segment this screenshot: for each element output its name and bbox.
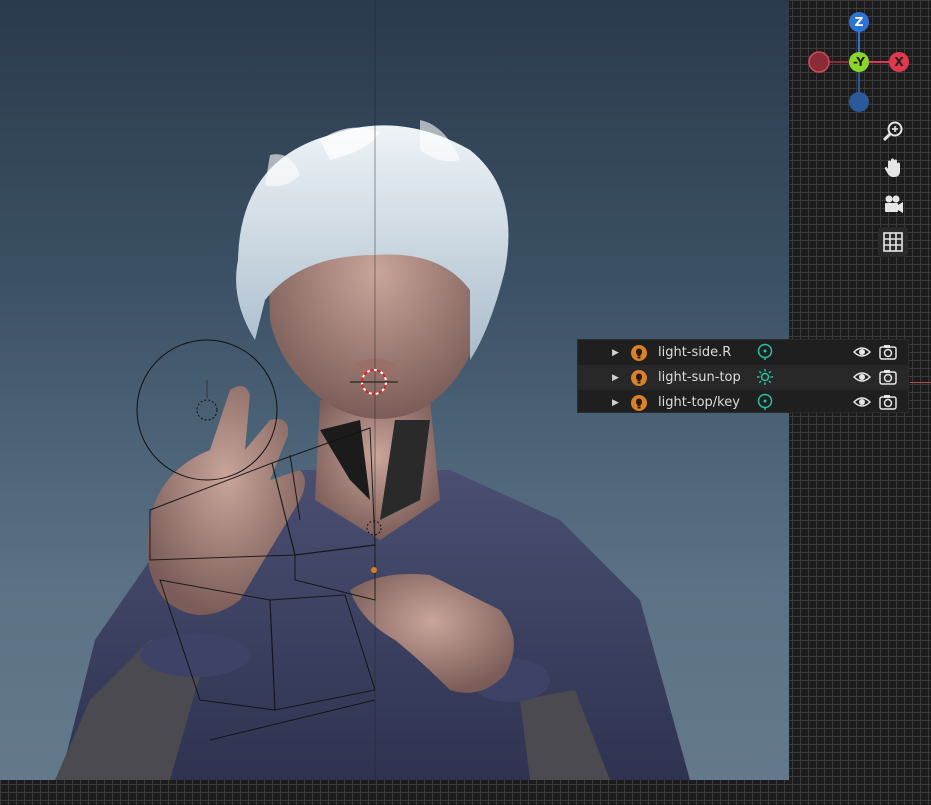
outliner-row[interactable]: ▶ light-side.R <box>578 340 908 365</box>
render-camera-icon[interactable] <box>879 369 897 385</box>
outliner-row[interactable]: ▶ light-top/key <box>578 390 908 415</box>
z-axis-label[interactable]: Z <box>849 15 869 29</box>
expand-arrow-icon[interactable]: ▶ <box>612 398 619 408</box>
light-object-icon <box>631 345 647 361</box>
expand-arrow-icon[interactable]: ▶ <box>612 348 619 358</box>
neg-x-axis-ball <box>808 51 830 73</box>
outliner-item-name[interactable]: light-top/key <box>658 395 740 410</box>
viewport-grid[interactable]: Z -Y X ▶ light-side.R ▶ light-sun-top ▶ … <box>0 0 931 805</box>
pan-button[interactable] <box>878 153 908 183</box>
outliner-item-name[interactable]: light-sun-top <box>658 370 741 385</box>
light-object-icon <box>631 370 647 386</box>
navigation-gizmo[interactable]: Z -Y X <box>800 6 920 116</box>
x-axis-label[interactable]: X <box>889 55 909 69</box>
eye-icon[interactable] <box>853 370 871 384</box>
render-camera-icon[interactable] <box>879 344 897 360</box>
zoom-icon <box>882 121 903 142</box>
neg-z-axis-ball <box>849 92 869 112</box>
navigation-buttons <box>878 116 908 264</box>
ortho-toggle-button[interactable] <box>878 227 908 257</box>
camera-view-icon <box>885 195 903 213</box>
outliner-panel: ▶ light-side.R ▶ light-sun-top ▶ light-t… <box>577 339 909 413</box>
point-light-icon[interactable] <box>756 343 774 361</box>
y-axis-label[interactable]: -Y <box>849 55 869 69</box>
light-object-icon <box>631 395 647 411</box>
outliner-item-name[interactable]: light-side.R <box>658 345 731 360</box>
render-camera-icon[interactable] <box>879 394 897 410</box>
hand-pan-icon <box>884 158 900 177</box>
outliner-row[interactable]: ▶ light-sun-top <box>578 365 908 390</box>
ortho-grid-icon <box>883 232 903 252</box>
eye-icon[interactable] <box>853 345 871 359</box>
eye-icon[interactable] <box>853 395 871 409</box>
point-light-icon[interactable] <box>756 393 774 411</box>
zoom-button[interactable] <box>878 116 908 146</box>
expand-arrow-icon[interactable]: ▶ <box>612 373 619 383</box>
sun-light-icon[interactable] <box>756 368 774 386</box>
camera-view-button[interactable] <box>878 190 908 220</box>
x-axis-line <box>910 382 931 383</box>
